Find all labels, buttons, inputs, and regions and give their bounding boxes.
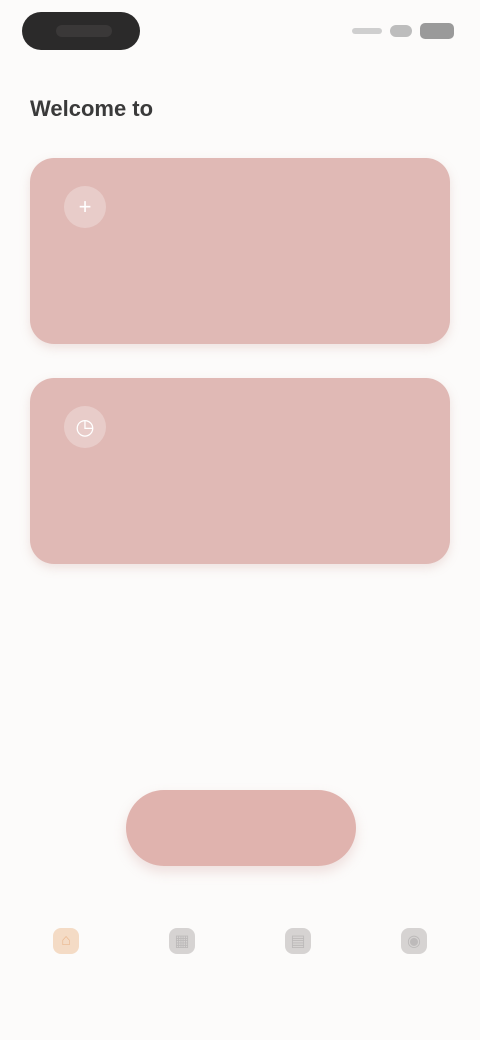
nav-item-home[interactable]: ⌂ — [18, 928, 114, 964]
calendar-icon: ▦ — [169, 928, 195, 954]
profile-icon: ◉ — [401, 928, 427, 954]
primary-cta-button[interactable] — [126, 790, 356, 866]
home-icon: ⌂ — [53, 928, 79, 954]
battery-icon — [420, 23, 454, 39]
nav-item-calendar[interactable]: ▦ — [134, 928, 230, 964]
chart-icon: ▤ — [285, 928, 311, 954]
nav-item-profile[interactable]: ◉ — [366, 928, 462, 964]
signal-icon — [352, 28, 382, 34]
clock-icon: ◷ — [64, 406, 106, 448]
plus-icon: + — [64, 186, 106, 228]
greeting-text: Welcome to — [30, 96, 154, 121]
dynamic-island — [22, 12, 140, 50]
status-bar — [0, 0, 480, 64]
feature-card-2[interactable]: ◷ — [30, 378, 450, 564]
greeting-title: Welcome to — [30, 96, 153, 122]
bottom-nav: ⌂ ▦ ▤ ◉ — [0, 928, 480, 1008]
nav-item-chart[interactable]: ▤ — [250, 928, 346, 964]
dynamic-island-inner — [56, 25, 112, 37]
feature-card-1[interactable]: + — [30, 158, 450, 344]
wifi-icon — [390, 25, 412, 37]
status-indicators — [352, 22, 454, 40]
